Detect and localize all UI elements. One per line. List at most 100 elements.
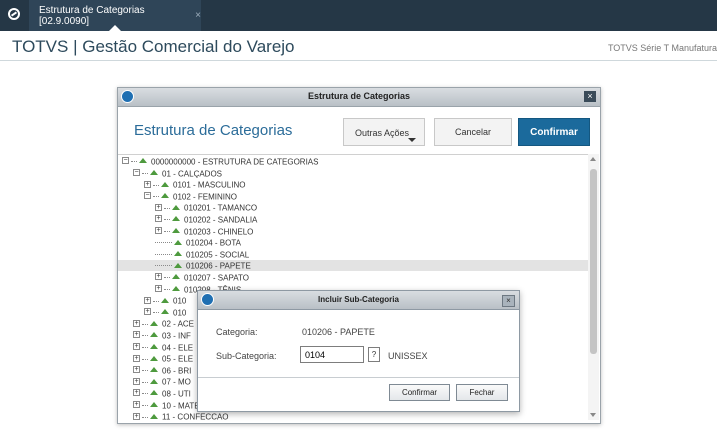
tree-node-label: 11 - CONFECCAO — [162, 412, 229, 421]
tree-node[interactable]: 010204 - BOTA — [118, 237, 588, 248]
confirmar-button[interactable]: Confirmar — [518, 118, 590, 146]
help-lookup-button[interactable]: ? — [368, 347, 380, 362]
close-icon[interactable]: × — [584, 91, 596, 102]
tree-node-label: 010 — [173, 308, 187, 318]
totvs-logo-icon[interactable] — [8, 8, 20, 20]
tree-node-label: 03 - INF — [162, 331, 191, 341]
cancelar-button[interactable]: Cancelar — [434, 118, 512, 146]
expand-icon[interactable]: + — [155, 226, 162, 234]
expand-icon[interactable]: + — [133, 377, 140, 385]
tree-node-label: 06 - BRI — [162, 366, 192, 376]
tree-node[interactable]: +010207 - SAPATO — [118, 272, 588, 283]
tree-node[interactable]: +010203 - CHINELO — [118, 226, 588, 237]
tree-node-label: 010202 - SANDALIA — [184, 215, 258, 225]
expand-icon[interactable]: + — [144, 296, 151, 304]
app-title: TOTVS | Gestão Comercial do Varejo — [12, 37, 295, 56]
tree-connector — [153, 184, 159, 186]
category-node-icon — [150, 343, 158, 349]
tree-connector — [142, 404, 148, 406]
tree-connector — [164, 288, 170, 290]
tree-node[interactable]: +010202 - SANDALIA — [118, 214, 588, 225]
scroll-down-icon[interactable] — [590, 413, 596, 417]
tree-connector — [153, 300, 159, 302]
category-node-icon — [150, 401, 158, 407]
expand-icon[interactable]: + — [133, 319, 140, 327]
tree-node[interactable]: +010201 - TAMANCO — [118, 202, 588, 213]
tree-node-label: 010205 - SOCIAL — [186, 250, 250, 260]
expand-icon[interactable]: + — [133, 331, 140, 339]
tab-close-icon[interactable]: × — [195, 10, 201, 21]
expand-icon[interactable]: + — [155, 215, 162, 223]
expand-icon[interactable]: + — [133, 400, 140, 408]
expand-icon[interactable]: + — [133, 354, 140, 362]
tree-node[interactable]: − 0000000000 - ESTRUTURA DE CATEGORIAS — [118, 156, 588, 167]
category-node-icon — [150, 320, 158, 326]
tree-node-label: 08 - UTI — [162, 389, 191, 399]
tree-connector — [142, 346, 148, 348]
category-node-icon — [150, 169, 158, 175]
tree-node[interactable]: +0101 - MASCULINO — [118, 179, 588, 190]
fechar-button[interactable]: Fechar — [456, 384, 508, 401]
category-node-icon — [172, 204, 180, 210]
category-node-icon — [150, 378, 158, 384]
tree-connector — [153, 196, 159, 198]
categoria-label: Categoria: — [216, 327, 258, 337]
category-node-icon — [150, 367, 158, 373]
collapse-icon[interactable]: − — [133, 168, 140, 176]
tree-connector — [155, 265, 172, 267]
tab-active-indicator — [109, 25, 121, 31]
category-node-icon — [161, 297, 169, 303]
category-node-icon — [172, 274, 180, 280]
subcategoria-input[interactable] — [300, 346, 364, 363]
category-node-icon — [172, 227, 180, 233]
tree-node-label: 07 - MO — [162, 377, 191, 387]
category-node-icon — [150, 355, 158, 361]
subdialog-divider — [198, 377, 519, 378]
tree-node[interactable]: +11 - CONFECCAO — [118, 411, 588, 421]
category-node-icon — [174, 239, 182, 245]
tree-node-label: 02 - ACE — [162, 319, 195, 329]
expand-icon[interactable]: + — [155, 203, 162, 211]
expand-icon[interactable]: + — [133, 412, 140, 420]
subdialog-titlebar: Incluir Sub-Categoria × — [198, 291, 519, 310]
expand-icon[interactable]: + — [144, 308, 151, 316]
expand-icon[interactable]: + — [133, 342, 140, 350]
subcategoria-description: UNISSEX — [388, 351, 428, 361]
tree-node-label: 010204 - BOTA — [186, 238, 241, 248]
tree-connector — [142, 358, 148, 360]
category-node-icon — [172, 216, 180, 222]
tree-node-label: 010206 - PAPETE — [186, 261, 251, 271]
confirmar-button[interactable]: Confirmar — [389, 384, 450, 401]
tree-node[interactable]: 010206 - PAPETE — [118, 260, 588, 272]
dialog-titlebar: Estrutura de Categorias × — [118, 88, 600, 107]
expand-icon[interactable]: + — [155, 284, 162, 292]
category-node-icon — [150, 332, 158, 338]
tree-node[interactable]: − 01 - CALÇADOS — [118, 168, 588, 179]
category-node-icon — [172, 285, 180, 291]
subdialog-title: Incluir Sub-Categoria — [318, 295, 399, 304]
tree-connector — [131, 161, 137, 163]
outras-acoes-button[interactable]: Outras Ações — [343, 118, 425, 146]
expand-icon[interactable]: + — [144, 180, 151, 188]
tab-estrutura-categorias[interactable]: Estrutura de Categorias [02.9.0090] × — [29, 0, 201, 31]
tree-node-label: 010203 - CHINELO — [184, 226, 254, 236]
tree-node[interactable]: 010205 - SOCIAL — [118, 249, 588, 260]
expand-icon[interactable]: + — [155, 273, 162, 281]
collapse-icon[interactable]: − — [122, 157, 129, 165]
tree-node-label: 010 — [173, 296, 187, 306]
tree-connector — [155, 242, 172, 244]
dialog-title: Estrutura de Categorias — [307, 91, 411, 101]
expand-icon[interactable]: + — [133, 366, 140, 374]
collapse-icon[interactable]: − — [144, 192, 151, 200]
scroll-up-icon[interactable] — [590, 157, 596, 161]
close-icon[interactable]: × — [502, 295, 515, 307]
tree-connector — [153, 312, 159, 314]
tree-scrollbar[interactable] — [588, 154, 599, 420]
tree-node-label: 010201 - TAMANCO — [184, 203, 258, 213]
tree-connector — [142, 381, 148, 383]
scroll-thumb[interactable] — [590, 169, 597, 354]
tree-node[interactable]: − 0102 - FEMININO — [118, 191, 588, 202]
expand-icon[interactable]: + — [133, 389, 140, 397]
chevron-down-icon — [408, 138, 416, 142]
incluir-subcategoria-dialog: Incluir Sub-Categoria × Categoria: 01020… — [197, 290, 520, 412]
